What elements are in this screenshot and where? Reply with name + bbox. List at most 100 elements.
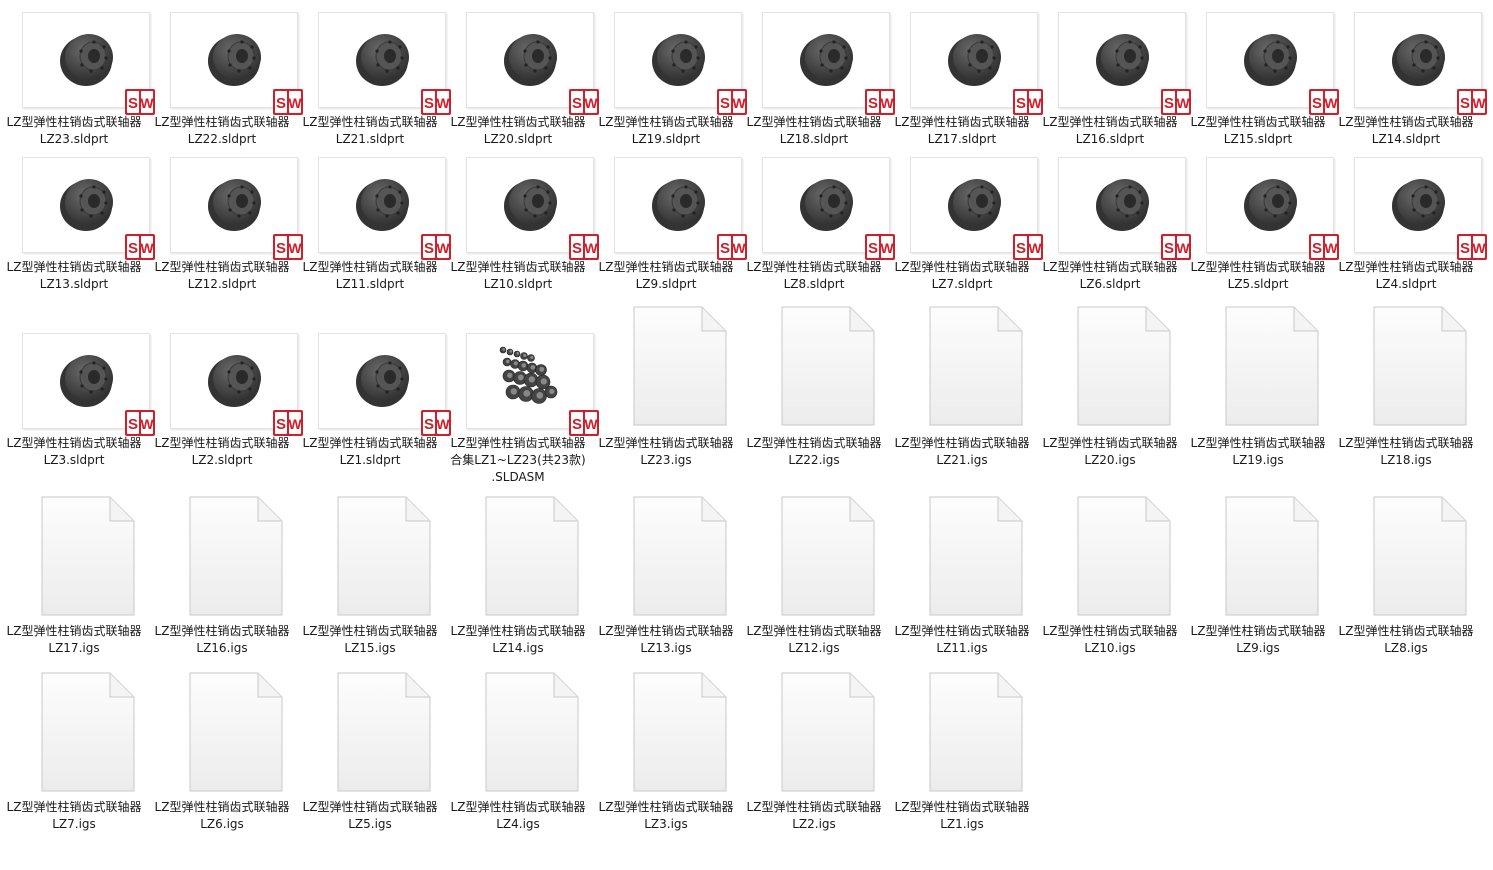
file-name-label[interactable]: LZ型弹性柱销齿式联轴器 LZ18.igs: [1311, 435, 1493, 469]
coupling-part-image: [1096, 179, 1149, 231]
file-thumbnail: S W: [466, 157, 599, 260]
file-thumbnail: S W: [466, 12, 599, 115]
svg-text:S: S: [720, 240, 730, 257]
solidworks-badge-icon: S W: [421, 89, 451, 115]
file-thumbnail: S W: [1354, 157, 1487, 260]
solidworks-badge-icon: S W: [125, 234, 155, 260]
svg-text:W: W: [1472, 240, 1486, 256]
generic-document-icon: [41, 672, 135, 792]
coupling-part-image: [356, 179, 409, 231]
svg-text:S: S: [868, 95, 878, 112]
svg-text:W: W: [436, 95, 450, 111]
file-thumbnail: S W: [762, 157, 895, 260]
generic-document-icon: [781, 306, 875, 426]
svg-text:S: S: [424, 240, 434, 257]
file-extension: .SLDASM: [491, 470, 545, 484]
svg-text:S: S: [276, 416, 286, 433]
solidworks-badge-icon: S W: [273, 410, 303, 436]
svg-text:S: S: [720, 95, 730, 112]
svg-text:S: S: [128, 95, 138, 112]
svg-text:S: S: [1016, 95, 1026, 112]
svg-text:S: S: [572, 95, 582, 112]
file-thumbnail: S W: [170, 12, 303, 115]
solidworks-badge-icon: S W: [1309, 234, 1339, 260]
solidworks-badge-icon: S W: [1013, 234, 1043, 260]
generic-document-icon: [1225, 306, 1319, 426]
coupling-part-image: [948, 179, 1001, 231]
file-name-label[interactable]: LZ型弹性柱销齿式联轴器 LZ1.igs: [867, 799, 1057, 833]
coupling-part-image: [1096, 34, 1149, 86]
solidworks-badge-icon: S W: [421, 410, 451, 436]
coupling-part-image: [208, 355, 261, 407]
file-thumbnail: S W: [318, 157, 451, 260]
coupling-part-image: [1244, 34, 1297, 86]
svg-text:W: W: [140, 240, 154, 256]
generic-document-icon: [781, 672, 875, 792]
file-name: LZ1.igs: [940, 817, 984, 831]
svg-text:W: W: [140, 95, 154, 111]
coupling-part-image: [504, 34, 557, 86]
generic-document-icon: [633, 306, 727, 426]
generic-document-icon: [1373, 496, 1467, 616]
file-thumbnail: S W: [318, 12, 451, 115]
svg-text:S: S: [276, 95, 286, 112]
svg-text:S: S: [1312, 95, 1322, 112]
solidworks-badge-icon: S W: [1013, 89, 1043, 115]
svg-text:S: S: [424, 95, 434, 112]
generic-document-icon: [189, 496, 283, 616]
generic-document-icon: [929, 306, 1023, 426]
file-name: LZ18.igs: [1380, 453, 1432, 467]
file-name-label[interactable]: LZ型弹性柱销齿式联轴器 LZ14.sldprt: [1311, 114, 1493, 148]
coupling-part-image: [356, 355, 409, 407]
svg-text:S: S: [1460, 240, 1470, 257]
svg-text:W: W: [436, 416, 450, 432]
file-thumbnail: S W: [22, 333, 155, 436]
file-thumbnail: S W: [22, 157, 155, 260]
svg-text:W: W: [1176, 240, 1190, 256]
svg-text:W: W: [1324, 95, 1338, 111]
svg-text:W: W: [880, 240, 894, 256]
svg-text:W: W: [1028, 240, 1042, 256]
generic-document-icon: [189, 672, 283, 792]
file-name: LZ8.igs: [1384, 641, 1428, 655]
generic-document-icon: [485, 672, 579, 792]
file-name-label[interactable]: LZ型弹性柱销齿式联轴器 LZ8.igs: [1311, 623, 1493, 657]
file-thumbnail: S W: [1206, 157, 1339, 260]
solidworks-badge-icon: S W: [273, 89, 303, 115]
file-thumbnail: S W: [466, 333, 599, 436]
svg-text:S: S: [276, 240, 286, 257]
svg-text:S: S: [868, 240, 878, 257]
svg-text:W: W: [584, 240, 598, 256]
svg-text:W: W: [1028, 95, 1042, 111]
coupling-part-image: [652, 179, 705, 231]
solidworks-badge-icon: S W: [1309, 89, 1339, 115]
file-thumbnail: S W: [170, 157, 303, 260]
file-thumbnail: S W: [762, 12, 895, 115]
svg-text:W: W: [732, 240, 746, 256]
solidworks-badge-icon: S W: [125, 410, 155, 436]
coupling-part-image: [504, 179, 557, 231]
solidworks-badge-icon: S W: [569, 234, 599, 260]
svg-text:S: S: [128, 416, 138, 433]
solidworks-badge-icon: S W: [1161, 89, 1191, 115]
generic-document-icon: [485, 496, 579, 616]
solidworks-badge-icon: S W: [125, 89, 155, 115]
coupling-part-image: [60, 355, 113, 407]
svg-text:S: S: [1164, 95, 1174, 112]
file-name-prefix: LZ型弹性柱销齿式联轴器: [1338, 260, 1474, 274]
coupling-assembly-image: [499, 346, 558, 404]
coupling-part-image: [208, 34, 261, 86]
coupling-part-image: [800, 34, 853, 86]
file-thumbnail: S W: [318, 333, 451, 436]
coupling-part-image: [1392, 34, 1445, 86]
file-thumbnail: S W: [1058, 12, 1191, 115]
file-name-label[interactable]: LZ型弹性柱销齿式联轴器 LZ4.sldprt: [1311, 259, 1493, 293]
solidworks-badge-icon: S W: [717, 234, 747, 260]
file-thumbnail: S W: [1354, 12, 1487, 115]
svg-text:S: S: [572, 416, 582, 433]
coupling-part-image: [356, 34, 409, 86]
file-thumbnail: S W: [614, 157, 747, 260]
svg-text:W: W: [288, 240, 302, 256]
file-name: LZ14.sldprt: [1371, 132, 1441, 146]
solidworks-badge-icon: S W: [865, 89, 895, 115]
